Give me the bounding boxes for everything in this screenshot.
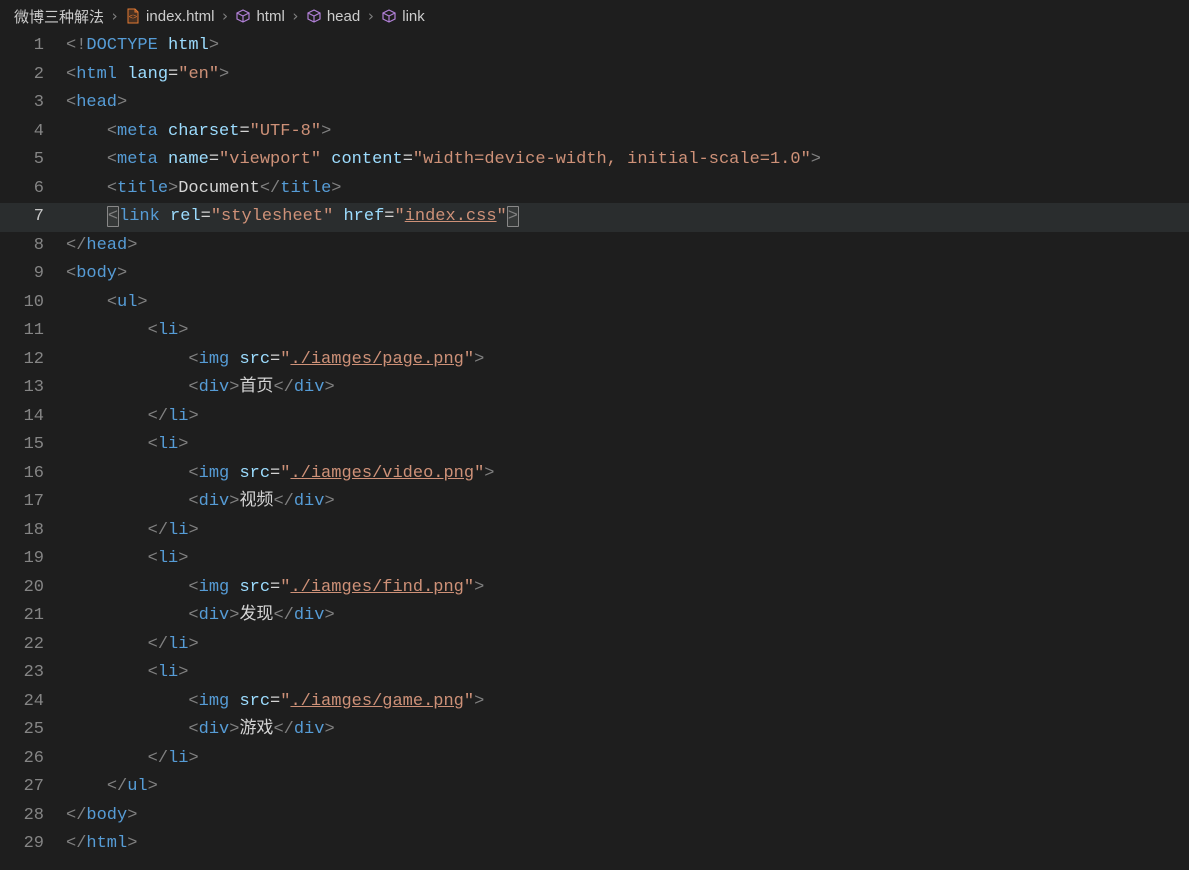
svg-text:<>: <> (129, 14, 137, 21)
breadcrumb-file[interactable]: <> index.html (125, 8, 214, 25)
line-number: 13 (0, 374, 66, 403)
breadcrumb-symbol-html[interactable]: html (235, 8, 284, 25)
line-number: 1 (0, 32, 66, 61)
line-number: 18 (0, 517, 66, 546)
code-line[interactable]: <img src="./iamges/page.png"> (66, 346, 1189, 375)
code-line[interactable]: <ul> (66, 289, 1189, 318)
line-number: 25 (0, 716, 66, 745)
line-number: 16 (0, 460, 66, 489)
line-number: 3 (0, 89, 66, 118)
code-line[interactable]: <head> (66, 89, 1189, 118)
breadcrumb-folder[interactable]: 微博三种解法 (14, 6, 104, 27)
code-line[interactable]: </body> (66, 802, 1189, 831)
line-number: 20 (0, 574, 66, 603)
line-number: 12 (0, 346, 66, 375)
code-line[interactable]: <img src="./iamges/game.png"> (66, 688, 1189, 717)
code-line[interactable]: <li> (66, 659, 1189, 688)
code-line[interactable]: </ul> (66, 773, 1189, 802)
code-line[interactable]: <img src="./iamges/video.png"> (66, 460, 1189, 489)
line-number: 28 (0, 802, 66, 831)
line-number: 10 (0, 289, 66, 318)
code-line[interactable]: </html> (66, 830, 1189, 859)
field-icon (381, 8, 397, 24)
code-line[interactable]: </head> (66, 232, 1189, 261)
code-line[interactable]: </li> (66, 745, 1189, 774)
file-icon: <> (125, 8, 141, 24)
line-number: 8 (0, 232, 66, 261)
line-number: 22 (0, 631, 66, 660)
field-icon (306, 8, 322, 24)
breadcrumb-separator: › (360, 7, 381, 25)
code-line[interactable]: <meta charset="UTF-8"> (66, 118, 1189, 147)
line-number: 29 (0, 830, 66, 859)
line-number: 7 (0, 203, 66, 232)
code-line[interactable]: <body> (66, 260, 1189, 289)
breadcrumb-symbol-link[interactable]: link (381, 8, 425, 25)
line-number: 11 (0, 317, 66, 346)
breadcrumb-symbol-head[interactable]: head (306, 8, 360, 25)
code-editor[interactable]: 1<!DOCTYPE html> 2<html lang="en"> 3<hea… (0, 32, 1189, 859)
code-line[interactable]: </li> (66, 631, 1189, 660)
line-number: 17 (0, 488, 66, 517)
line-number: 19 (0, 545, 66, 574)
code-line[interactable]: <title>Document</title> (66, 175, 1189, 204)
line-number: 14 (0, 403, 66, 432)
code-line[interactable]: <div>首页</div> (66, 374, 1189, 403)
line-number: 27 (0, 773, 66, 802)
breadcrumb-separator: › (214, 7, 235, 25)
line-number: 23 (0, 659, 66, 688)
code-line[interactable]: <html lang="en"> (66, 61, 1189, 90)
code-line[interactable]: <li> (66, 545, 1189, 574)
line-number: 24 (0, 688, 66, 717)
field-icon (235, 8, 251, 24)
line-number: 26 (0, 745, 66, 774)
line-number: 5 (0, 146, 66, 175)
line-number: 2 (0, 61, 66, 90)
code-line[interactable]: <li> (66, 317, 1189, 346)
breadcrumb: 微博三种解法 › <> index.html › html › head › l… (0, 0, 1189, 32)
breadcrumb-separator: › (285, 7, 306, 25)
line-number: 9 (0, 260, 66, 289)
line-number: 6 (0, 175, 66, 204)
code-line[interactable]: <div>视频</div> (66, 488, 1189, 517)
code-line[interactable]: </li> (66, 517, 1189, 546)
breadcrumb-separator: › (104, 7, 125, 25)
code-line[interactable]: <div>发现</div> (66, 602, 1189, 631)
line-number: 15 (0, 431, 66, 460)
line-number: 4 (0, 118, 66, 147)
code-line[interactable]: <div>游戏</div> (66, 716, 1189, 745)
code-line[interactable]: <!DOCTYPE html> (66, 32, 1189, 61)
code-line[interactable]: <li> (66, 431, 1189, 460)
code-line[interactable]: </li> (66, 403, 1189, 432)
line-number: 21 (0, 602, 66, 631)
code-line[interactable]: <meta name="viewport" content="width=dev… (66, 146, 1189, 175)
code-line[interactable]: <link rel="stylesheet" href="index.css"> (66, 203, 1189, 232)
code-line[interactable]: <img src="./iamges/find.png"> (66, 574, 1189, 603)
